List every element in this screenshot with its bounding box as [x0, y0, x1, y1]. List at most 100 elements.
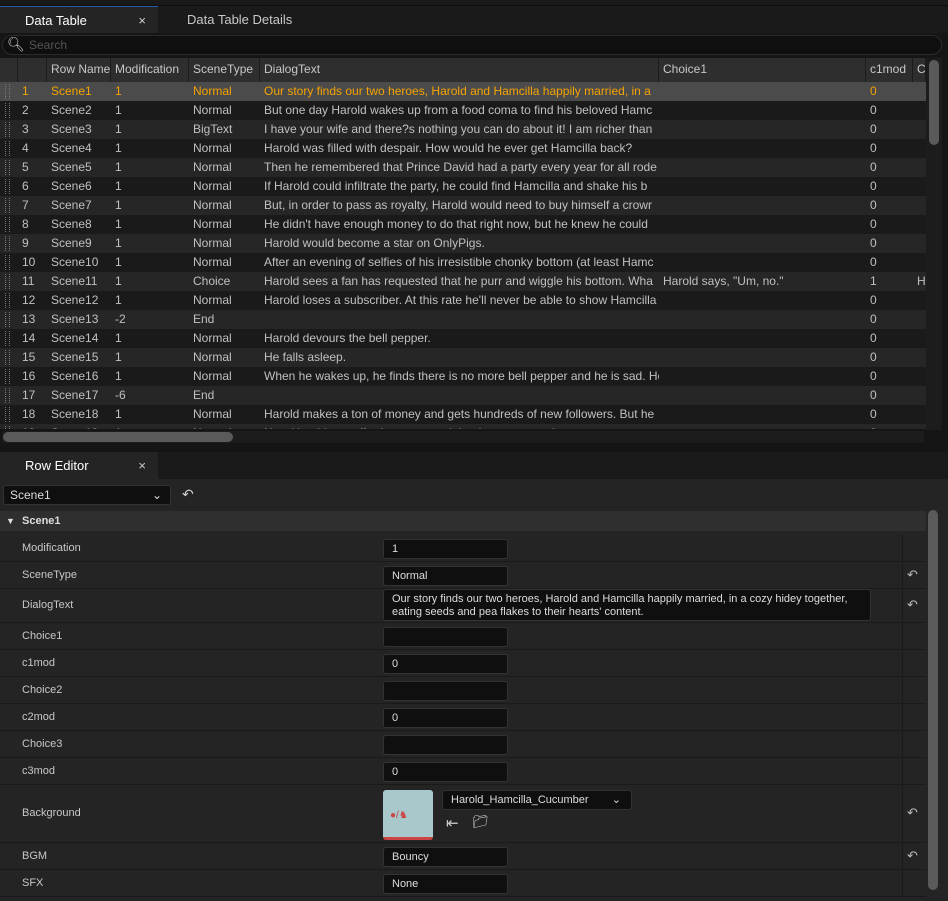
reset-to-default-icon[interactable]: ↶ [907, 805, 918, 821]
property-value-field[interactable]: 0 [383, 761, 508, 782]
drag-handle-icon[interactable] [5, 236, 10, 251]
property-value-field[interactable]: 0 [383, 707, 508, 728]
search-input[interactable]: 🔍︎ Search [2, 35, 942, 55]
table-row[interactable]: 7 Scene7 1 Normal But, in order to pass as r… [0, 196, 926, 215]
table-row[interactable]: 3 Scene3 1 BigText I have your wife and ther… [0, 120, 926, 139]
column-header[interactable]: SceneType [189, 58, 260, 82]
property-label: Choice3 [22, 737, 63, 750]
property-value-field[interactable] [383, 680, 508, 701]
property-value-field[interactable] [383, 626, 508, 647]
table-row[interactable]: 2 Scene2 1 Normal But one day Harold wakes u… [0, 101, 926, 120]
property-value-field[interactable]: 1 [383, 538, 508, 559]
property-value-field[interactable]: Normal [383, 565, 508, 586]
table-cell: 19 [18, 424, 47, 429]
drag-handle-icon[interactable] [5, 103, 10, 118]
table-cell: But, in order to pass as royalty, Harold… [264, 198, 652, 212]
property-value-field[interactable]: Bouncy [383, 846, 508, 867]
table-row[interactable]: 4 Scene4 1 Normal Harold was filled with des… [0, 139, 926, 158]
dialog-text-field[interactable]: Our story finds our two heroes, Harold a… [383, 589, 871, 621]
column-header[interactable]: Row Name [47, 58, 111, 82]
drag-handle-icon[interactable] [5, 293, 10, 308]
column-header[interactable]: Choice1 [659, 58, 866, 82]
table-cell: 0 [870, 236, 877, 250]
editor-scrollbar[interactable] [928, 510, 938, 890]
drag-handle-icon[interactable] [5, 141, 10, 156]
divider [902, 623, 903, 650]
drag-handle-icon[interactable] [5, 388, 10, 403]
property-value-field[interactable]: 0 [383, 653, 508, 674]
drag-handle-icon[interactable] [5, 84, 10, 99]
table-cell: 3 [22, 122, 29, 136]
property-label: Choice2 [22, 683, 63, 696]
reset-to-default-icon[interactable]: ↶ [907, 848, 918, 864]
drag-handle-icon[interactable] [5, 350, 10, 365]
table-cell: 13 [22, 312, 36, 326]
drag-handle-icon[interactable] [5, 255, 10, 270]
drag-handle-icon[interactable] [5, 160, 10, 175]
divider [902, 589, 903, 623]
table-row[interactable]: 14 Scene14 1 Normal Harold devours the bell … [0, 329, 926, 348]
drag-handle-icon[interactable] [5, 122, 10, 137]
horizontal-scroll-thumb[interactable] [3, 432, 233, 442]
table-row[interactable]: 5 Scene5 1 Normal Then he remembered that Pr… [0, 158, 926, 177]
reset-to-default-icon[interactable]: ↶ [907, 597, 918, 613]
table-row[interactable]: 17 Scene17 -6 End 0 [0, 386, 926, 405]
tab-row-editor[interactable]: Row Editor × [0, 452, 158, 479]
table-row[interactable]: 19Scene191NormalNow Harold can afford a … [0, 424, 926, 429]
table-cell: Harold devours the bell pepper. [264, 331, 431, 345]
use-selected-asset-icon[interactable]: ⇤ [446, 814, 459, 832]
table-cell: 0 [870, 331, 877, 345]
close-icon[interactable]: × [138, 7, 146, 34]
reset-icon[interactable]: ↶ [182, 486, 194, 503]
tab-data-table-details[interactable]: Data Table Details [162, 6, 332, 33]
asset-picker-dropdown[interactable]: Harold_Hamcilla_Cucumber ⌄ [442, 790, 632, 810]
browse-asset-icon[interactable]: 📁︎ [472, 814, 489, 830]
column-header[interactable]: c1mod [866, 58, 913, 82]
table-row[interactable]: 16 Scene16 1 Normal When he wakes up, he fin… [0, 367, 926, 386]
table-row[interactable]: 8 Scene8 1 Normal He didn't have enough mone… [0, 215, 926, 234]
table-cell: -6 [115, 388, 126, 402]
table-row[interactable]: 10 Scene10 1 Normal After an evening of self… [0, 253, 926, 272]
drag-handle-icon[interactable] [5, 331, 10, 346]
property-value-field[interactable] [383, 734, 508, 755]
tab-data-table[interactable]: Data Table × [0, 6, 158, 33]
drag-handle-icon[interactable] [5, 274, 10, 289]
table-row[interactable]: 9 Scene9 1 Normal Harold would become a star… [0, 234, 926, 253]
reset-to-default-icon[interactable]: ↶ [907, 567, 918, 583]
property-row: Choice1 [0, 623, 926, 650]
column-header[interactable]: C [913, 58, 926, 82]
table-row[interactable]: 13 Scene13 -2 End 0 [0, 310, 926, 329]
tab-label: Data Table Details [187, 12, 293, 27]
drag-handle-icon[interactable] [5, 369, 10, 384]
table-row[interactable]: 15 Scene15 1 Normal He falls asleep. 0 [0, 348, 926, 367]
table-cell: He didn't have enough money to do that r… [264, 217, 648, 231]
drag-handle-icon[interactable] [5, 198, 10, 213]
table-row[interactable]: 1 Scene1 1 Normal Our story finds our two he… [0, 82, 926, 101]
table-cell: Normal [193, 350, 232, 364]
table-cell: Scene7 [51, 198, 92, 212]
texture-thumbnail[interactable]: ●/♞ [383, 790, 433, 840]
row-select-dropdown[interactable]: Scene1 ⌄ [3, 485, 171, 505]
table-row[interactable]: 12 Scene12 1 Normal Harold loses a subscribe… [0, 291, 926, 310]
table-cell: 15 [22, 350, 36, 364]
column-header[interactable]: DialogText [260, 58, 659, 82]
table-row[interactable]: 11 Scene11 1 Choice Harold sees a fan has re… [0, 272, 926, 291]
property-label: SFX [22, 876, 44, 889]
drag-handle-icon[interactable] [5, 312, 10, 327]
table-cell: 0 [870, 217, 877, 231]
close-icon[interactable]: × [138, 452, 146, 479]
table-cell: H [917, 274, 926, 288]
drag-handle-icon[interactable] [5, 179, 10, 194]
drag-handle-icon[interactable] [5, 217, 10, 232]
table-cell: Scene18 [51, 407, 99, 421]
column-header[interactable]: Modification [111, 58, 189, 82]
table-row[interactable]: 18 Scene18 1 Normal Harold makes a ton of mo… [0, 405, 926, 424]
property-value-field[interactable]: None [383, 873, 508, 894]
table-cell: 0 [870, 407, 877, 421]
table-cell: Our story finds our two heroes, Harold a… [264, 84, 651, 98]
drag-handle-icon[interactable] [5, 426, 10, 429]
vertical-scroll-thumb[interactable] [929, 60, 939, 145]
category-header[interactable]: ▼ Scene1 [0, 511, 926, 531]
table-row[interactable]: 6 Scene6 1 Normal If Harold could infiltrate… [0, 177, 926, 196]
drag-handle-icon[interactable] [5, 407, 10, 422]
